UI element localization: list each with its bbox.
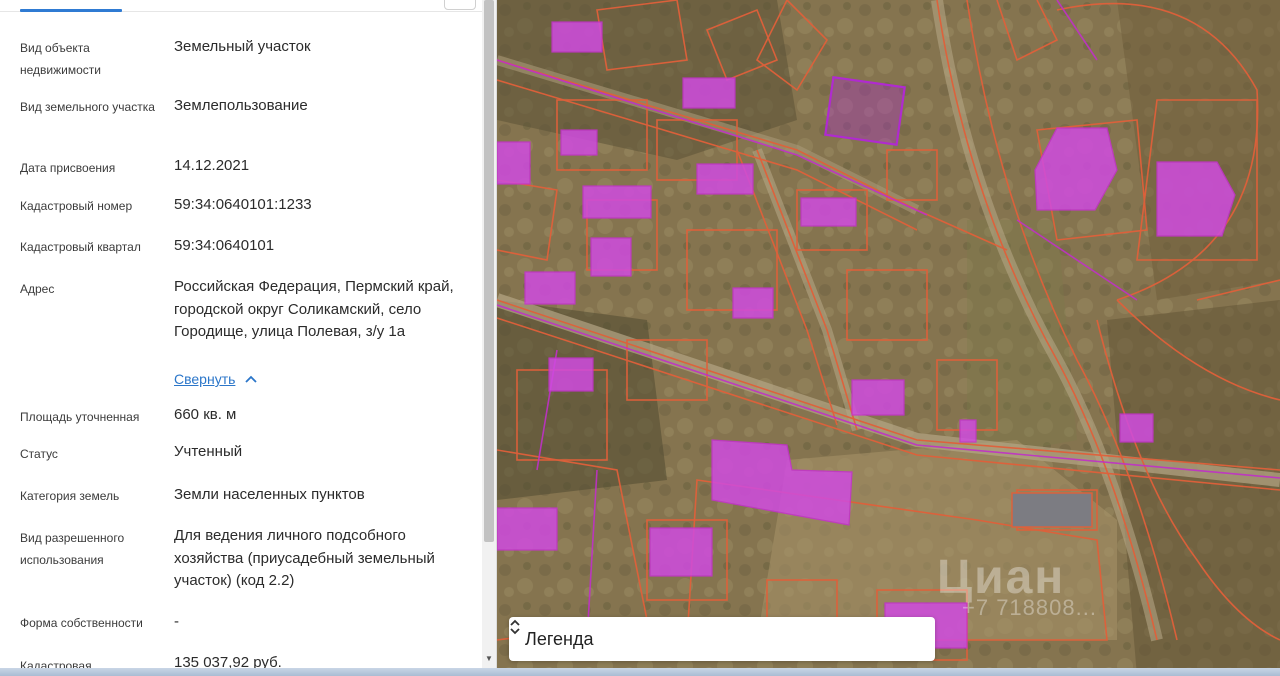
property-label: Категория земель <box>20 489 120 503</box>
property-label: Статус <box>20 447 58 461</box>
property-value: Земельный участок <box>174 38 311 55</box>
info-panel: Вид объекта недвижимости Земельный участ… <box>0 0 497 676</box>
legend-dropdown[interactable]: Легенда <box>509 617 935 661</box>
legend-title: Легенда <box>525 628 594 649</box>
property-value: 59:34:0640101 <box>174 237 275 254</box>
property-value: 660 кв. м <box>174 406 237 423</box>
property-value: - <box>174 613 179 630</box>
watermark-phone: +7 718808... <box>962 595 1097 620</box>
property-value: Землепользование <box>174 97 308 114</box>
collapse-link-label[interactable]: Свернуть <box>174 369 235 389</box>
address-collapse-link[interactable]: Свернуть <box>174 369 258 389</box>
property-label: Адрес <box>20 282 55 296</box>
panel-scrollbar[interactable]: ▼ <box>482 0 496 676</box>
active-tab-indicator[interactable] <box>20 9 122 12</box>
cadastral-map[interactable]: Циан +7 718808... Легенда <box>497 0 1280 676</box>
scrollbar-thumb[interactable] <box>484 0 494 542</box>
property-label: Кадастровый номер <box>20 199 133 213</box>
property-label: Вид объекта недвижимости <box>20 41 101 77</box>
property-value: Учтенный <box>174 443 243 460</box>
property-value: 14.12.2021 <box>174 157 250 174</box>
property-label: Дата присвоения <box>20 161 116 175</box>
property-label: Кадастровый квартал <box>20 240 141 254</box>
os-taskbar <box>0 668 1280 676</box>
satellite-map-layer <box>497 0 1280 676</box>
property-label: Вид земельного участка <box>20 100 155 114</box>
property-label: Вид разрешенного использования <box>20 531 125 567</box>
property-value: Земли населенных пунктов <box>174 486 365 503</box>
arrow-down-icon[interactable]: ▼ <box>482 652 496 666</box>
chevron-up-icon[interactable] <box>245 369 258 389</box>
property-label: Площадь уточненная <box>20 410 140 424</box>
selected-parcel <box>824 76 906 146</box>
property-label: Форма собственности <box>20 616 143 630</box>
property-value: Для ведения личного подсобного хозяйства… <box>174 527 435 589</box>
property-value: Российская Федерация, Пермский край, гор… <box>174 278 454 340</box>
panel-action-button[interactable] <box>444 0 476 10</box>
property-value: 59:34:0640101:1233 <box>174 196 312 213</box>
